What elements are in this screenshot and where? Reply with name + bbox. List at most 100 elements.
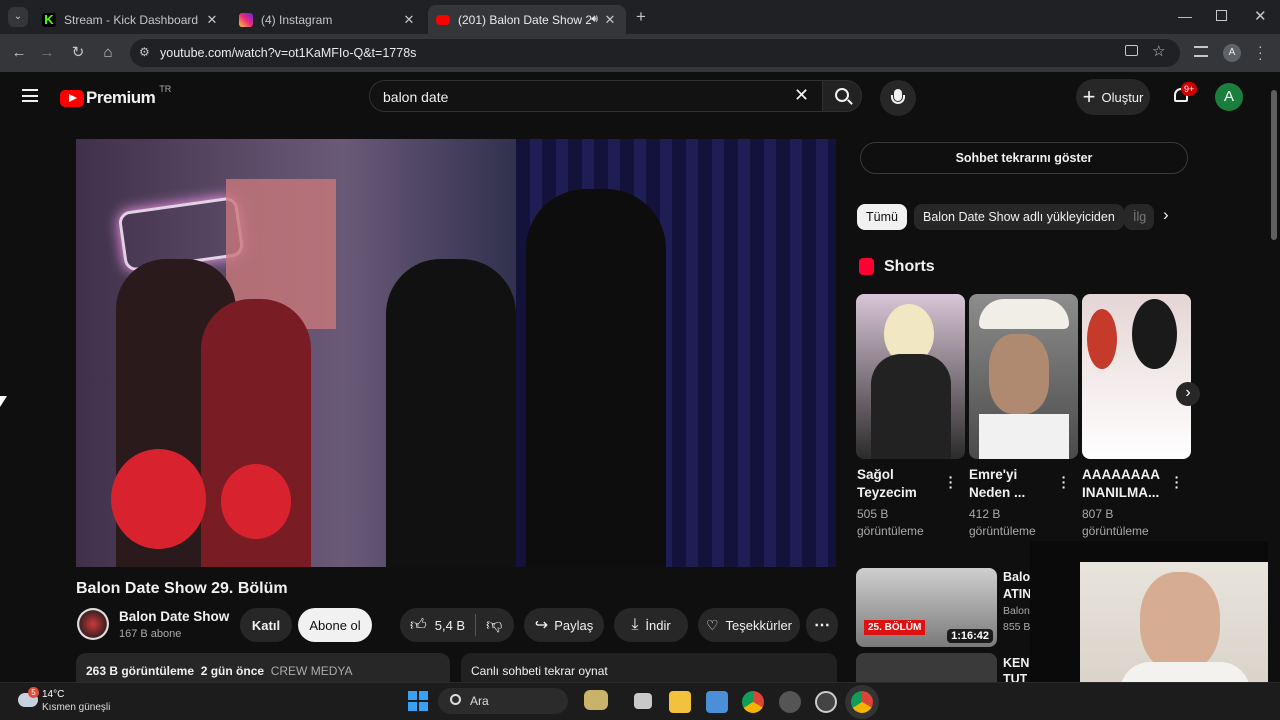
- forward-icon[interactable]: →: [36, 42, 58, 64]
- new-tab-button[interactable]: +: [632, 8, 650, 26]
- chip-related[interactable]: İlg: [1124, 204, 1154, 230]
- thanks-button[interactable]: ♡ Teşekkürler: [698, 608, 800, 642]
- recommended-title-1a[interactable]: Balo: [1003, 568, 1030, 586]
- short-title-2b[interactable]: Neden ...: [969, 484, 1025, 502]
- short-menu-icon[interactable]: · · ·: [1174, 470, 1180, 494]
- create-label: Oluştur: [1101, 89, 1144, 105]
- short-thumbnail-1[interactable]: [856, 294, 965, 459]
- more-actions-button[interactable]: ⋯: [806, 608, 838, 642]
- app-icon[interactable]: [706, 691, 728, 713]
- taskbar-search[interactable]: Ara: [438, 688, 608, 714]
- short-title-3b[interactable]: INANILMA...: [1082, 484, 1159, 502]
- create-button[interactable]: + Oluştur: [1076, 79, 1150, 115]
- hamburger-menu-icon[interactable]: [22, 89, 38, 102]
- chip-from-uploader[interactable]: Balon Date Show adlı yükleyiciden: [914, 204, 1124, 230]
- chat-replay-bar[interactable]: Canlı sohbeti tekrar oynat: [461, 653, 837, 682]
- weather-condition: Kısmen güneşli: [42, 702, 111, 713]
- close-tab-icon[interactable]: ✕: [602, 12, 618, 28]
- shorts-next-button[interactable]: ›: [1176, 382, 1200, 406]
- webcam-overlay: [1030, 541, 1270, 697]
- back-icon[interactable]: ←: [8, 42, 30, 64]
- chrome-active-icon[interactable]: [851, 691, 873, 713]
- recommended-channel-1: Balon: [1003, 605, 1030, 617]
- channel-name[interactable]: Balon Date Show: [119, 609, 229, 624]
- bookmark-star-icon[interactable]: ☆: [1152, 42, 1165, 60]
- scrollbar-thumb[interactable]: [1271, 90, 1277, 240]
- short-views-1a: 505 B: [857, 507, 889, 521]
- account-avatar[interactable]: A: [1215, 83, 1243, 111]
- short-title-1b[interactable]: Teyzecim: [857, 484, 917, 502]
- task-view-icon[interactable]: [634, 693, 652, 709]
- browser-menu-icon[interactable]: · · ·: [1258, 39, 1263, 65]
- notifications-button[interactable]: 9+: [1172, 82, 1198, 108]
- clear-search-icon[interactable]: ✕: [794, 85, 809, 106]
- download-label: İndir: [645, 617, 671, 633]
- video-title: Balon Date Show 29. Bölüm: [76, 580, 288, 597]
- page-scrollbar[interactable]: [1268, 72, 1280, 682]
- close-tab-icon[interactable]: ✕: [401, 12, 417, 28]
- search-box[interactable]: balon date ✕: [369, 80, 823, 112]
- kick-icon: K: [42, 12, 56, 27]
- shorts-heading: Shorts: [884, 258, 935, 275]
- short-views-2a: 412 B: [969, 507, 1001, 521]
- file-explorer-icon[interactable]: [669, 691, 691, 713]
- show-chat-replay-button[interactable]: Sohbet tekrarını göster: [860, 142, 1188, 174]
- dislike-button[interactable]: 👎︎: [476, 616, 502, 635]
- recommended-title-1b[interactable]: ATIN: [1003, 585, 1031, 603]
- short-title-1a[interactable]: Sağol: [857, 466, 894, 484]
- channel-avatar[interactable]: [77, 608, 109, 640]
- youtube-logo[interactable]: Premium TR: [60, 84, 171, 108]
- short-menu-icon[interactable]: · · ·: [948, 470, 954, 494]
- youtube-icon: [436, 14, 450, 25]
- tab-search-button[interactable]: ⌄: [8, 7, 28, 27]
- recommended-title-2b[interactable]: TUT: [1003, 670, 1027, 682]
- tab-youtube[interactable]: (201) Balon Date Show 29. B 🔊︎ ✕: [428, 5, 626, 34]
- share-button[interactable]: ↪ Paylaş: [524, 608, 604, 642]
- maximize-button[interactable]: [1216, 10, 1227, 21]
- short-title-3a[interactable]: AAAAAAAA: [1082, 466, 1160, 484]
- install-app-icon[interactable]: [1125, 45, 1138, 56]
- mouse-cursor-icon: [0, 396, 7, 407]
- recommended-thumbnail-1[interactable]: 25. BÖLÜM 1:16:42: [856, 568, 997, 647]
- profile-avatar[interactable]: A: [1223, 44, 1241, 62]
- site-info-icon[interactable]: ⚙: [139, 45, 150, 59]
- app-icon[interactable]: [815, 691, 837, 713]
- red-balloon: [111, 449, 206, 549]
- chrome-icon[interactable]: [742, 691, 764, 713]
- voice-search-button[interactable]: [880, 80, 916, 116]
- media-controls-icon[interactable]: [1194, 46, 1208, 57]
- minimize-button[interactable]: —: [1178, 8, 1192, 24]
- search-input[interactable]: balon date: [383, 89, 448, 105]
- download-button[interactable]: ⤓ İndir: [614, 608, 688, 642]
- notification-badge: 9+: [1181, 82, 1198, 96]
- plus-icon: +: [1082, 84, 1096, 109]
- chip-all[interactable]: Tümü: [857, 204, 907, 230]
- close-window-button[interactable]: ✕: [1254, 7, 1267, 25]
- short-menu-icon[interactable]: · · ·: [1061, 470, 1067, 494]
- tab-instagram[interactable]: (4) Instagram ✕: [231, 5, 425, 34]
- temperature: 14°C: [42, 689, 65, 700]
- recommended-thumbnail-2[interactable]: [856, 653, 997, 682]
- short-thumbnail-3[interactable]: [1082, 294, 1191, 459]
- address-bar[interactable]: ⚙ youtube.com/watch?v=ot1KaMFIo-Q&t=1778…: [130, 39, 1180, 67]
- weather-widget[interactable]: 5 14°C Kısmen güneşli: [14, 687, 144, 717]
- short-views-3a: 807 B: [1082, 507, 1114, 521]
- short-title-2a[interactable]: Emre'yi: [969, 466, 1017, 484]
- windows-start-icon[interactable]: [408, 691, 428, 711]
- chevron-right-icon[interactable]: ›: [1163, 205, 1169, 225]
- description-box[interactable]: 263 B görüntüleme 2 gün önce CREW MEDYA: [76, 653, 450, 682]
- browser-toolbar: ← → ↻ ⌂ ⚙ youtube.com/watch?v=ot1KaMFIo-…: [0, 34, 1280, 72]
- view-count: 263 B görüntüleme: [86, 664, 195, 678]
- like-button[interactable]: 👍︎ 5,4 B: [400, 616, 465, 635]
- speaker-icon[interactable]: 🔊︎: [591, 13, 598, 26]
- reload-icon[interactable]: ↻: [67, 42, 89, 64]
- video-player[interactable]: [76, 139, 836, 567]
- search-button[interactable]: [822, 80, 862, 112]
- home-icon[interactable]: ⌂: [97, 42, 119, 64]
- short-thumbnail-2[interactable]: [969, 294, 1078, 459]
- app-icon[interactable]: [779, 691, 801, 713]
- close-tab-icon[interactable]: ✕: [204, 12, 220, 28]
- tab-kick[interactable]: K Stream - Kick Dashboard ✕: [34, 5, 228, 34]
- join-button[interactable]: Katıl: [240, 608, 292, 642]
- subscribe-button[interactable]: Abone ol: [298, 608, 372, 642]
